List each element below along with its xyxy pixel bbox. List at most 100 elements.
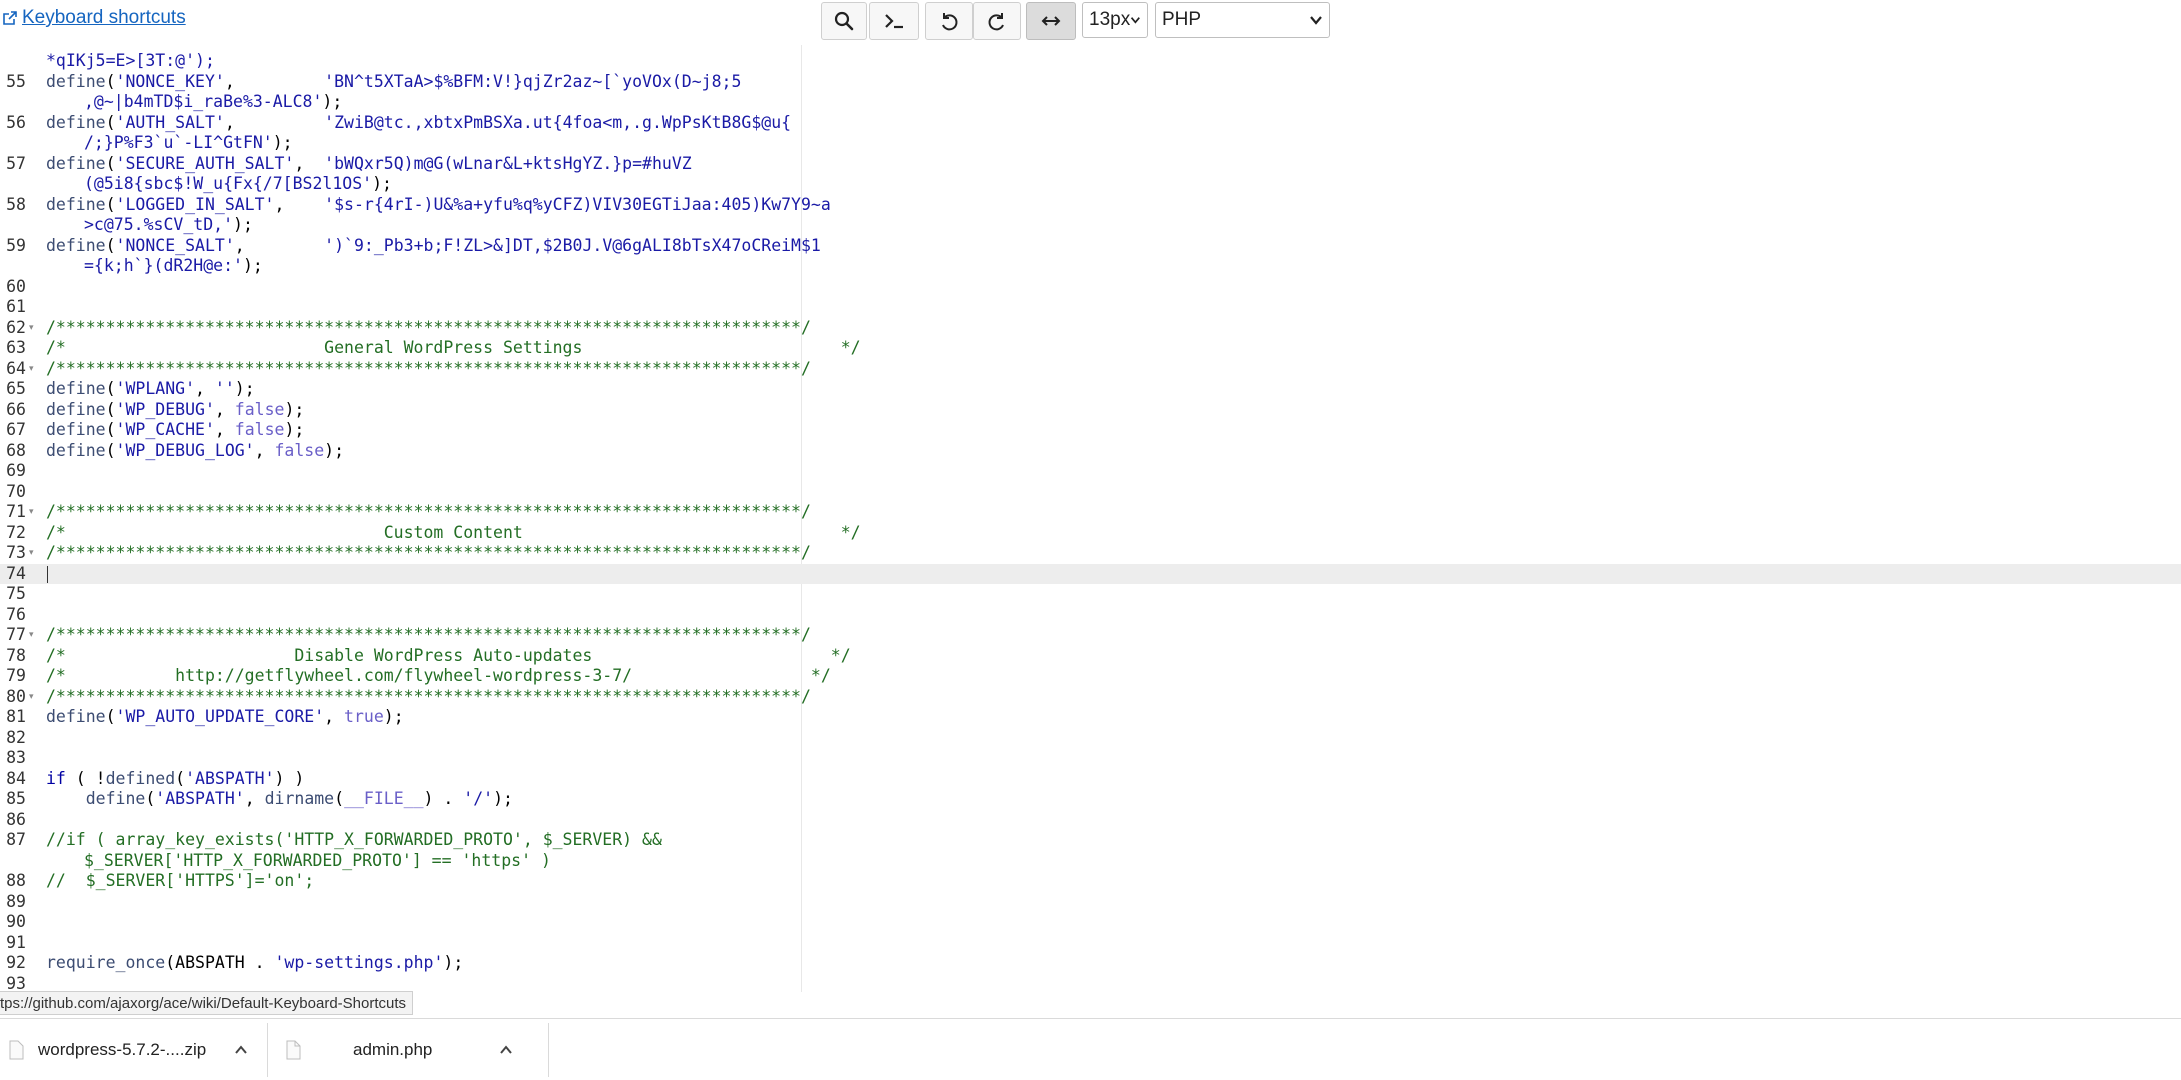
line-number: 88: [6, 871, 26, 890]
code-line[interactable]: 87 //if ( array_key_exists('HTTP_X_FORWAR…: [0, 830, 2181, 871]
code-line[interactable]: 64 ▾ /************************************…: [0, 359, 2181, 380]
code-token: ,: [324, 707, 345, 726]
font-size-select[interactable]: 13px: [1082, 2, 1148, 38]
code-content: define('WP_AUTO_UPDATE_CORE', true);: [46, 707, 806, 728]
redo-button[interactable]: [973, 2, 1021, 40]
download-item[interactable]: wordpress-5.7.2-....zip: [0, 1023, 268, 1077]
code-line[interactable]: 80 ▾ /************************************…: [0, 687, 2181, 708]
code-token: 'SECURE_AUTH_SALT': [115, 153, 295, 173]
line-number: 75: [6, 584, 26, 603]
fold-arrow-icon[interactable]: ▾: [29, 318, 34, 339]
code-line[interactable]: 61 ​: [0, 297, 2181, 318]
code-line[interactable]: 83 ​: [0, 748, 2181, 769]
fold-arrow-icon[interactable]: ▾: [29, 687, 34, 708]
code-token: ,: [224, 112, 325, 132]
code-line[interactable]: *qIKj5=E>[3T:@');: [0, 51, 2181, 72]
code-content: //if ( array_key_exists('HTTP_X_FORWARDE…: [46, 830, 806, 871]
code-token: );: [372, 174, 392, 193]
code-content: define('WP_CACHE', false);: [46, 420, 806, 441]
code-token: );: [324, 440, 345, 460]
code-line[interactable]: 88 // $_SERVER['HTTPS']='on';: [0, 871, 2181, 892]
code-token: define: [85, 789, 146, 808]
code-line[interactable]: 56 define('AUTH_SALT', 'ZwiB@tc.,xbtxPmBS…: [0, 113, 2181, 154]
code-line[interactable]: 71 ▾ /************************************…: [0, 502, 2181, 523]
code-token: ) .: [423, 789, 464, 808]
code-token: $_SERVER['HTTP_X_FORWARDED_PROTO'] == 'h…: [84, 850, 551, 870]
code-token: false: [234, 420, 285, 439]
code-line[interactable]: 75 ​: [0, 584, 2181, 605]
code-line[interactable]: 68 define('WP_DEBUG_LOG', false);: [0, 441, 2181, 462]
fold-arrow-icon[interactable]: ▾: [29, 359, 34, 380]
code-content: ​: [46, 974, 806, 993]
language-mode-select[interactable]: PHP: [1155, 2, 1330, 38]
keyboard-shortcuts-link[interactable]: Keyboard shortcuts: [2, 6, 186, 30]
code-token: (: [105, 440, 116, 460]
code-token: ( !: [65, 768, 106, 788]
code-token: '': [214, 379, 235, 398]
code-row: define('ABSPATH', dirname(__FILE__) . '/…: [46, 789, 806, 810]
fold-arrow-icon[interactable]: ▾: [29, 502, 34, 523]
code-token: ,: [254, 440, 275, 460]
code-line[interactable]: 70 ​: [0, 482, 2181, 503]
code-line[interactable]: 85 define('ABSPATH', dirname(__FILE__) .…: [0, 789, 2181, 810]
code-line[interactable]: 91 ​: [0, 933, 2181, 954]
code-token: );: [242, 256, 263, 275]
code-line[interactable]: 59 define('NONCE_SALT', ')`9:_Pb3+b;F!ZL>…: [0, 236, 2181, 277]
download-item[interactable]: admin.php: [269, 1023, 549, 1077]
code-line[interactable]: 76 ​: [0, 605, 2181, 626]
code-row: ​: [46, 728, 806, 749]
wrap-toggle-button[interactable]: [1026, 2, 1076, 40]
code-line[interactable]: 78 /* Disable WordPress Auto-updates */: [0, 646, 2181, 667]
chevron-up-icon[interactable]: [234, 1043, 248, 1057]
chevron-up-icon[interactable]: [499, 1043, 513, 1057]
code-line[interactable]: 73 ▾ /************************************…: [0, 543, 2181, 564]
code-content: ​: [46, 933, 806, 954]
wrapped-code-row: ,@~|b4mTD$i_raBe%3-ALC8');: [46, 92, 806, 113]
line-number: 90: [6, 912, 26, 931]
code-line[interactable]: 57 define('SECURE_AUTH_SALT', 'bWQxr5Q)m@…: [0, 154, 2181, 195]
code-line[interactable]: 72 /* Custom Content */: [0, 523, 2181, 544]
terminal-button[interactable]: [869, 2, 919, 40]
code-line[interactable]: 89 ​: [0, 892, 2181, 913]
code-line[interactable]: 82 ​: [0, 728, 2181, 749]
code-line[interactable]: 92 require_once(ABSPATH . 'wp-settings.ph…: [0, 953, 2181, 974]
code-content: require_once(ABSPATH . 'wp-settings.php'…: [46, 953, 806, 974]
code-line[interactable]: 67 define('WP_CACHE', false);: [0, 420, 2181, 441]
undo-button[interactable]: [925, 2, 973, 40]
code-line[interactable]: 65 define('WPLANG', '');: [0, 379, 2181, 400]
code-content: ​: [46, 810, 806, 831]
code-row: /***************************************…: [46, 625, 811, 646]
line-number: 80: [6, 686, 26, 706]
code-line[interactable]: 62 ▾ /************************************…: [0, 318, 2181, 339]
code-line[interactable]: 90 ​: [0, 912, 2181, 933]
fold-arrow-icon[interactable]: ▾: [29, 625, 34, 646]
code-line[interactable]: 77 ▾ /************************************…: [0, 625, 2181, 646]
code-line[interactable]: 58 define('LOGGED_IN_SALT', '$s-r{4rI-)U&…: [0, 195, 2181, 236]
code-token: __FILE__: [344, 789, 424, 808]
code-line[interactable]: 86 ​: [0, 810, 2181, 831]
code-token: define: [46, 153, 106, 173]
code-line[interactable]: 84 if ( !defined('ABSPATH') ): [0, 769, 2181, 790]
code-token: define: [46, 71, 106, 91]
code-line[interactable]: 74 ​: [0, 563, 2181, 584]
code-line[interactable]: 69 ​: [0, 461, 2181, 482]
line-number: 65: [6, 379, 26, 398]
code-line[interactable]: 66 define('WP_DEBUG', false);: [0, 400, 2181, 421]
fold-arrow-icon[interactable]: ▾: [29, 543, 34, 564]
code-line[interactable]: 63 /* General WordPress Settings */: [0, 338, 2181, 359]
code-token: (: [105, 420, 116, 439]
code-row: ​: [46, 933, 806, 954]
code-content: ​: [46, 748, 806, 769]
code-editor[interactable]: *qIKj5=E>[3T:@'); 55 define('NONCE_KEY', '…: [0, 45, 2181, 992]
code-row: /***************************************…: [46, 502, 811, 523]
code-line[interactable]: 93 ​: [0, 974, 2181, 993]
code-line[interactable]: 55 define('NONCE_KEY', 'BN^t5XTaA>$%BFM:V…: [0, 72, 2181, 113]
search-button[interactable]: [821, 2, 867, 40]
code-line[interactable]: 79 /* http://getflywheel.com/flywheel-wor…: [0, 666, 2181, 687]
code-line[interactable]: 60 ​: [0, 277, 2181, 298]
code-token: ,: [195, 379, 215, 398]
code-content: ​: [46, 461, 806, 482]
code-row: /* Disable WordPress Auto-updates */: [46, 646, 851, 667]
code-line[interactable]: 81 define('WP_AUTO_UPDATE_CORE', true);: [0, 707, 2181, 728]
horizontal-arrows-icon: [1041, 16, 1061, 26]
